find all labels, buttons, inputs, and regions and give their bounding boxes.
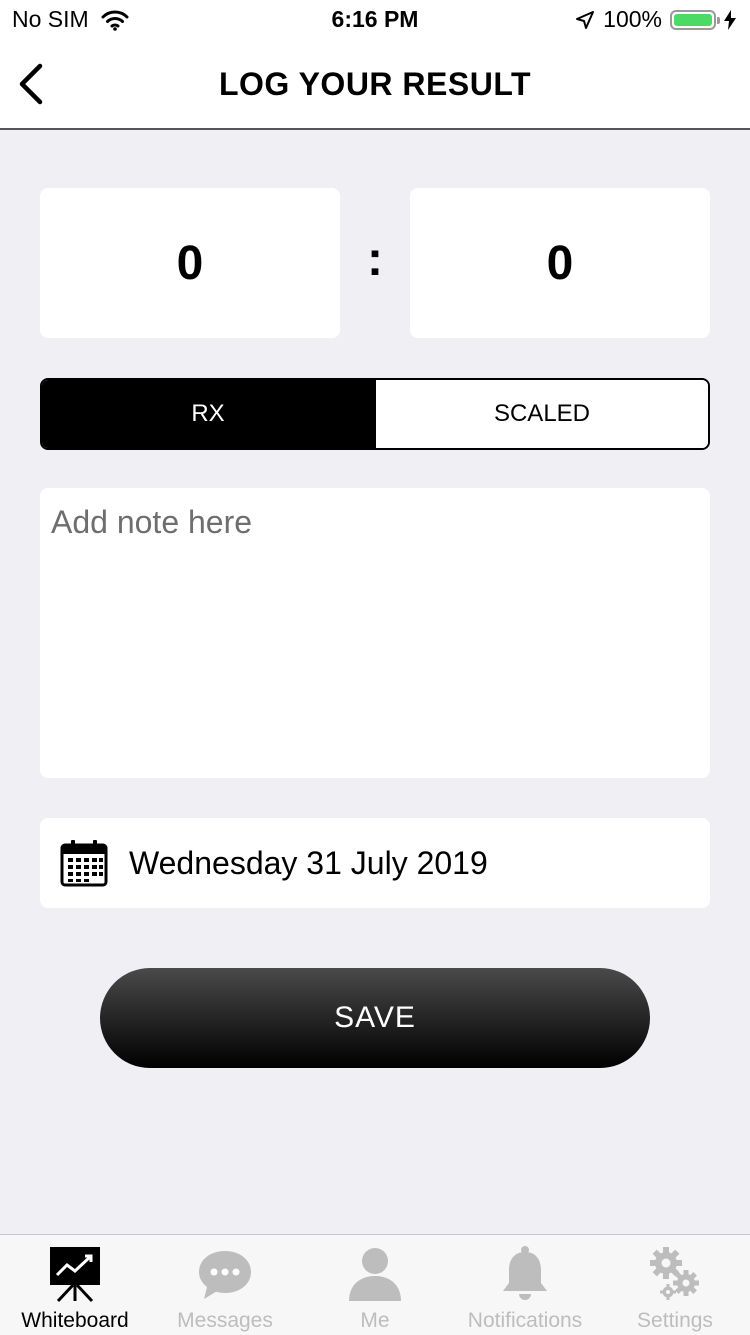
status-right: 100% — [575, 6, 736, 33]
minutes-input[interactable]: 0 — [40, 188, 340, 338]
whiteboard-icon — [50, 1247, 100, 1303]
chat-bubble-icon — [199, 1251, 251, 1299]
status-bar: No SIM 6:16 PM 100% — [0, 0, 750, 40]
calendar-icon — [60, 840, 108, 887]
time-separator: : — [367, 233, 383, 286]
navigation-bar: LOG YOUR RESULT — [0, 40, 750, 130]
location-arrow-icon — [576, 10, 595, 29]
rx-scaled-toggle: RX SCALED — [40, 378, 710, 450]
date-picker[interactable]: Wednesday 31 July 2019 — [40, 818, 710, 908]
seconds-input[interactable]: 0 — [410, 188, 710, 338]
gears-icon — [650, 1247, 699, 1300]
tab-whiteboard[interactable]: Whiteboard — [0, 1235, 150, 1335]
tab-label-whiteboard: Whiteboard — [21, 1309, 129, 1332]
battery-level — [674, 13, 712, 26]
tab-bar: Whiteboard Messages Me Notifications Set… — [0, 1234, 750, 1335]
tab-notifications[interactable]: Notifications — [450, 1235, 600, 1335]
tab-me[interactable]: Me — [300, 1235, 450, 1335]
battery-cap — [717, 16, 720, 24]
page-title: LOG YOUR RESULT — [218, 66, 532, 102]
bell-icon — [503, 1246, 547, 1300]
tab-label-me: Me — [360, 1309, 390, 1332]
date-value: Wednesday 31 July 2019 — [129, 844, 488, 881]
charging-bolt-icon — [724, 9, 736, 30]
person-icon — [349, 1248, 401, 1301]
tab-messages[interactable]: Messages — [150, 1235, 300, 1335]
rx-option[interactable]: RX — [42, 380, 374, 448]
tab-settings[interactable]: Settings — [600, 1235, 750, 1335]
tab-label-settings: Settings — [637, 1309, 713, 1332]
note-input[interactable] — [40, 488, 710, 778]
tab-label-messages: Messages — [177, 1309, 273, 1332]
scaled-option[interactable]: SCALED — [374, 380, 708, 448]
battery-icon — [670, 9, 720, 30]
battery-percent: 100% — [603, 6, 662, 32]
tab-label-notifications: Notifications — [467, 1309, 583, 1332]
save-button[interactable]: SAVE — [100, 968, 650, 1068]
